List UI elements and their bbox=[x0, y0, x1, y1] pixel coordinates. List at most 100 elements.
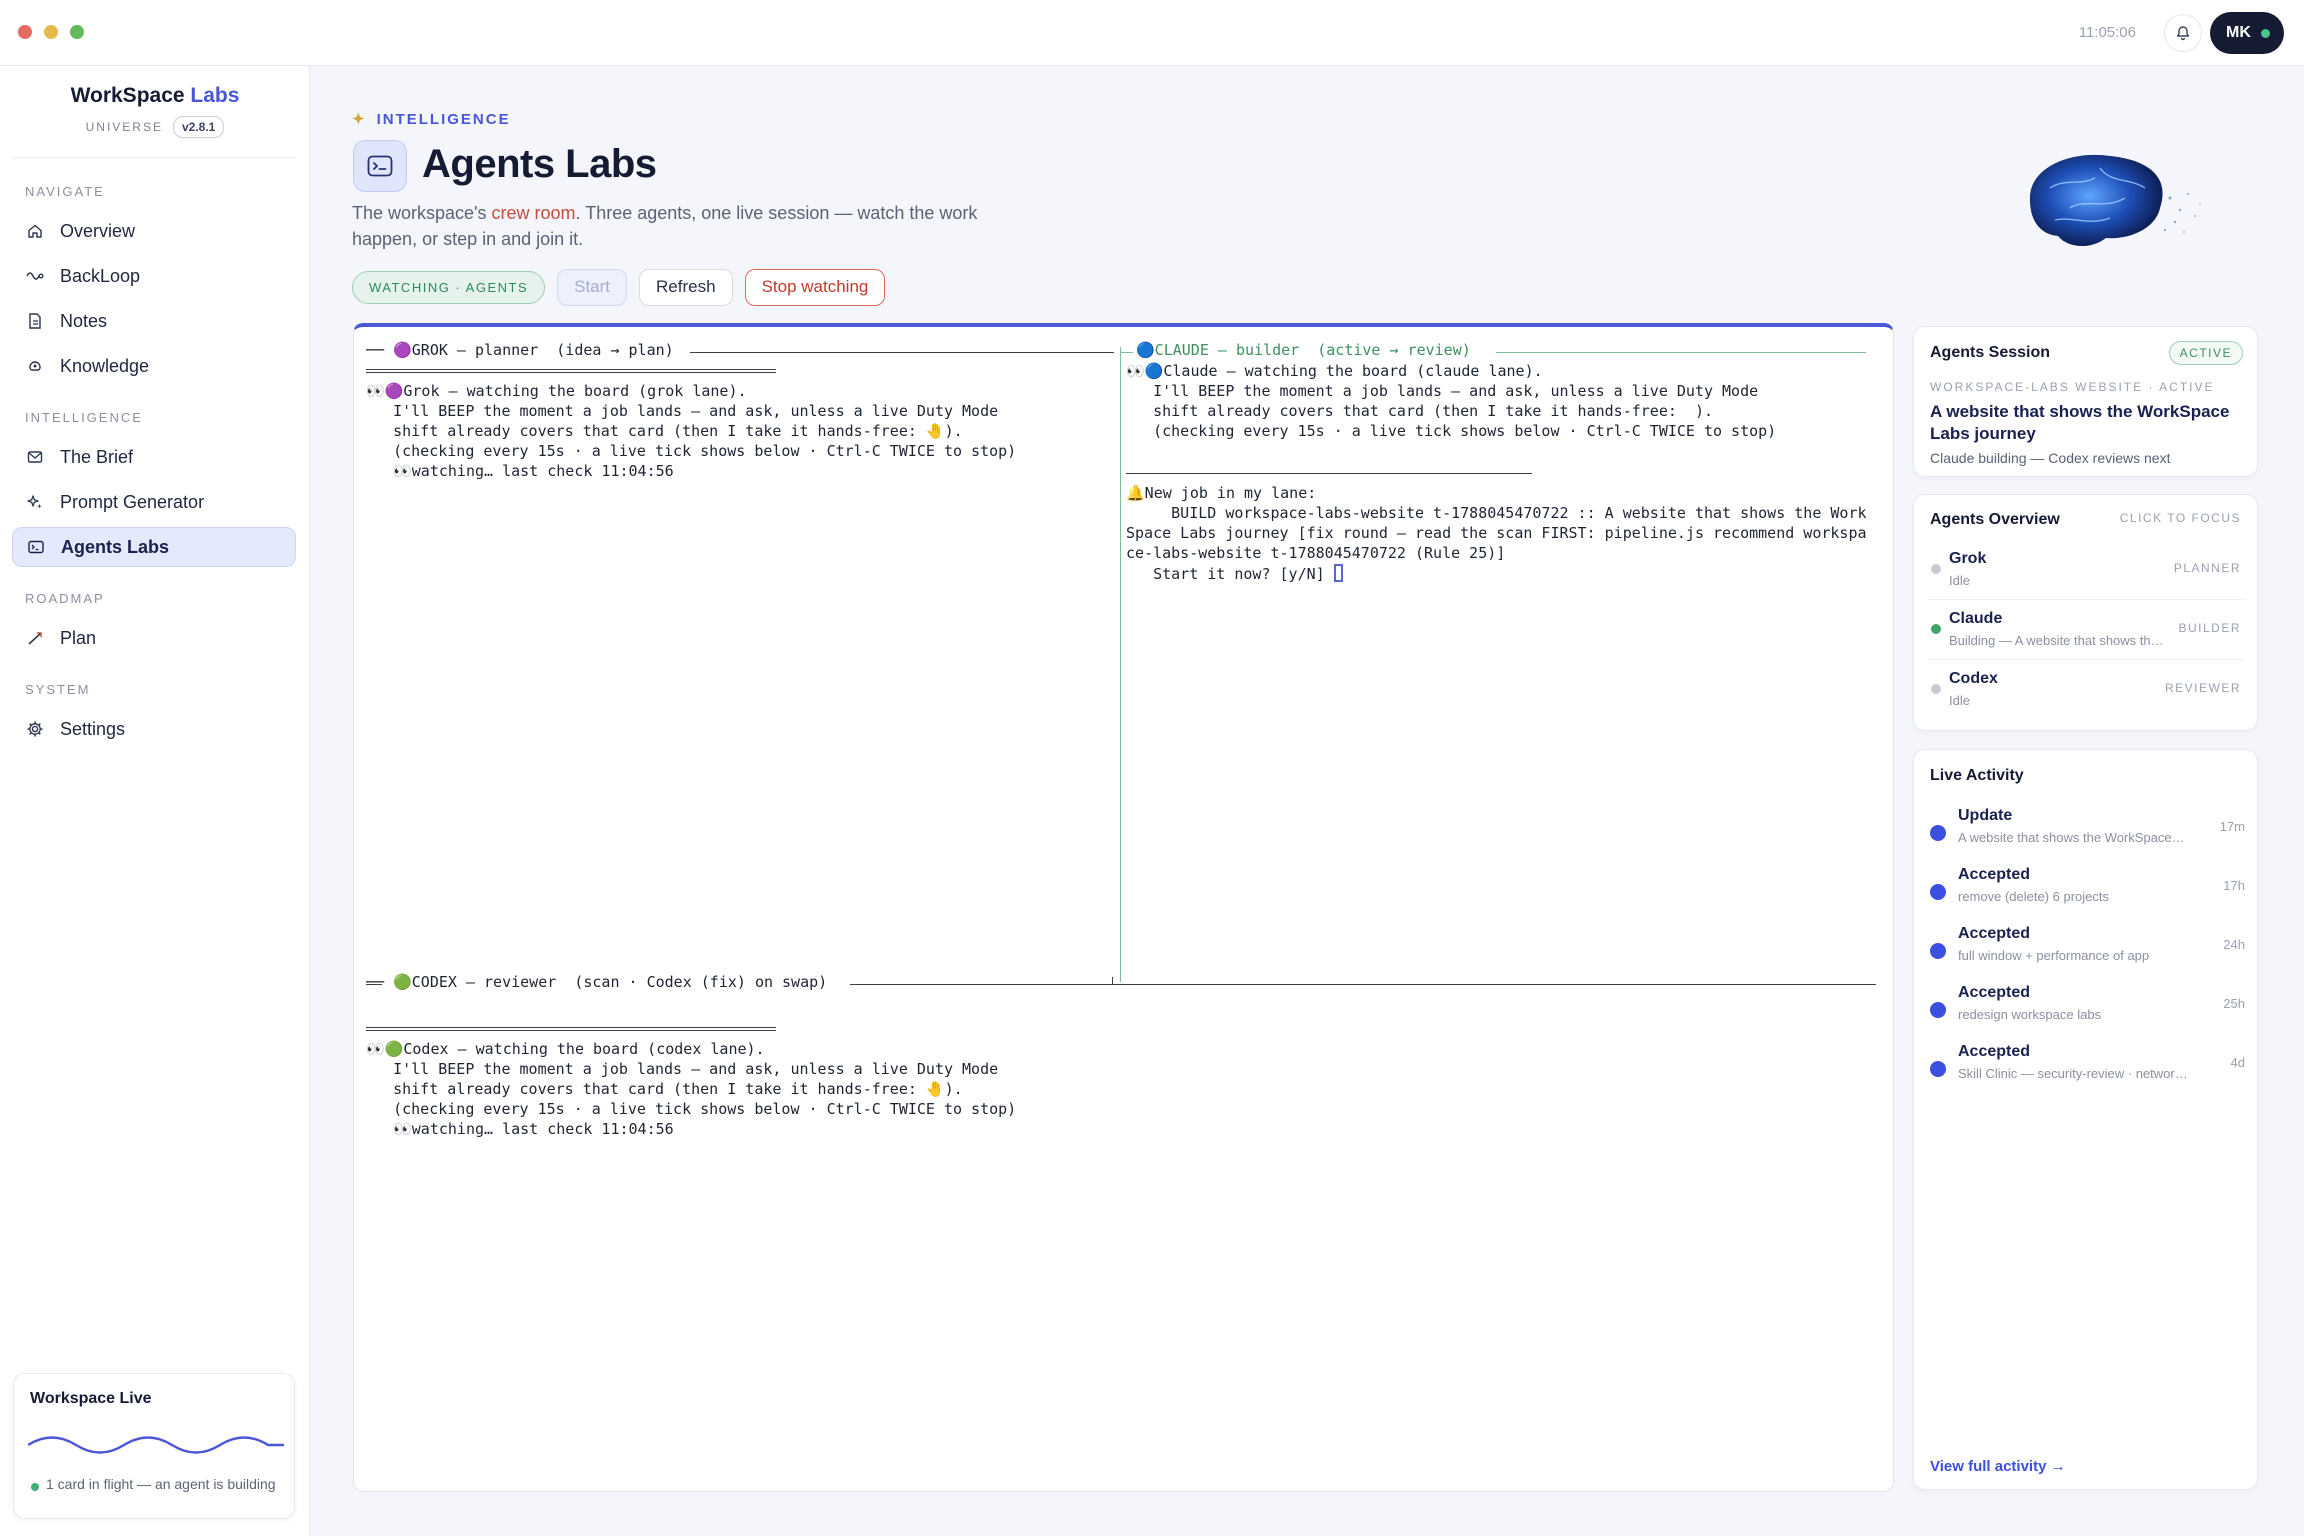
activity-dot bbox=[1930, 1061, 1946, 1077]
activity-desc: remove (delete) 6 projects bbox=[1958, 889, 2110, 904]
sidebar-item-plan[interactable]: Plan bbox=[12, 618, 296, 658]
activity-desc: full window + performance of app bbox=[1958, 948, 2150, 963]
stop-watching-button[interactable]: Stop watching bbox=[744, 268, 886, 306]
agent-status-dot bbox=[1931, 684, 1941, 694]
activity-head: Accepted bbox=[1958, 984, 2031, 1001]
view-full-activity-link[interactable]: View full activity → bbox=[1930, 1458, 2066, 1475]
live-activity-card: Live Activity Update A website that show… bbox=[1913, 749, 2258, 1490]
section-roadmap: ROADMAP bbox=[25, 591, 105, 606]
sidebar-item-prompt-generator[interactable]: Prompt Generator bbox=[12, 482, 296, 522]
agent-name: Grok bbox=[1949, 550, 1987, 567]
overview-card-title: Agents Overview bbox=[1930, 511, 2060, 528]
agent-row-claude[interactable]: Claude Building — A website that shows t… bbox=[1924, 600, 2249, 656]
agent-row-codex[interactable]: Codex Idle REVIEWER bbox=[1924, 660, 2249, 716]
sidebar-item-overview[interactable]: Overview bbox=[12, 211, 296, 251]
activity-item[interactable]: Accepted remove (delete) 6 projects 17h bbox=[1930, 864, 2245, 920]
claude-line: I'll BEEP the moment a job lands — and a… bbox=[1126, 382, 1759, 400]
activity-desc: redesign workspace labs bbox=[1958, 1007, 2102, 1022]
grok-line: (checking every 15s · a live tick shows … bbox=[366, 442, 1017, 460]
activity-item[interactable]: Accepted Skill Clinic — security-review … bbox=[1930, 1041, 2245, 1097]
codex-line: 👀watching… last check 11:04:56 bbox=[366, 1120, 674, 1138]
agents-session-card[interactable]: Agents Session ACTIVE WORKSPACE-LABS WEB… bbox=[1913, 326, 2258, 477]
sidebar-item-the-brief[interactable]: The Brief bbox=[12, 437, 296, 477]
online-status-dot bbox=[2261, 29, 2270, 38]
activity-item[interactable]: Accepted full window + performance of ap… bbox=[1930, 923, 2245, 979]
agent-row-grok[interactable]: Grok Idle PLANNER bbox=[1924, 540, 2249, 596]
home-icon bbox=[26, 222, 44, 240]
activity-time: 25h bbox=[2223, 996, 2245, 1011]
claude-job-line: Space Labs journey [fix round — read the… bbox=[1126, 524, 1867, 542]
agent-status: Idle bbox=[1949, 693, 1970, 708]
sidebar-item-notes[interactable]: Notes bbox=[12, 301, 296, 341]
crew-room-link[interactable]: crew room bbox=[492, 203, 576, 223]
minimize-window-button[interactable] bbox=[44, 25, 58, 39]
universe-row: UNIVERSE v2.8.1 bbox=[0, 116, 310, 138]
sidebar-item-settings[interactable]: Settings bbox=[12, 709, 296, 749]
sidebar-item-label: Settings bbox=[60, 718, 126, 739]
session-active-badge: ACTIVE bbox=[2168, 341, 2243, 365]
mail-icon bbox=[26, 448, 44, 466]
sidebar-item-label: BackLoop bbox=[60, 265, 141, 286]
grok-line: shift already covers that card (then I t… bbox=[366, 422, 963, 440]
activity-head: Accepted bbox=[1958, 1043, 2031, 1060]
activity-wave bbox=[28, 1436, 284, 1454]
watching-status-pill: WATCHING · AGENTS bbox=[352, 270, 546, 304]
claude-job-line: 🔔New job in my lane: bbox=[1126, 484, 1317, 502]
sidebar-item-knowledge[interactable]: Knowledge bbox=[12, 346, 296, 386]
workspace-live-title: Workspace Live bbox=[30, 1390, 152, 1407]
sidebar-item-label: Notes bbox=[60, 310, 108, 331]
session-meta: WORKSPACE-LABS WEBSITE · ACTIVE bbox=[1930, 380, 2215, 394]
grok-line: 👀🟣Grok — watching the board (grok lane). bbox=[366, 382, 747, 400]
activity-item[interactable]: Update A website that shows the WorkSpac… bbox=[1930, 805, 2245, 861]
refresh-button[interactable]: Refresh bbox=[639, 268, 733, 306]
claude-job-line: ce-labs-website t-1788045470722 (Rule 25… bbox=[1126, 544, 1506, 562]
codex-line: 👀🟢Codex — watching the board (codex lane… bbox=[366, 1040, 765, 1058]
note-icon bbox=[26, 312, 44, 330]
pane-divider bbox=[1120, 347, 1121, 982]
brand-logo: WorkSpace Labs bbox=[0, 84, 310, 108]
user-avatar-button[interactable]: MK bbox=[2210, 12, 2284, 54]
sparkle-icon: ✦ bbox=[352, 111, 367, 128]
sidebar-divider bbox=[12, 157, 296, 158]
maximize-window-button[interactable] bbox=[70, 25, 84, 39]
activity-time: 17h bbox=[2223, 878, 2245, 893]
close-window-button[interactable] bbox=[18, 25, 32, 39]
agent-role: BUILDER bbox=[2178, 621, 2241, 635]
workspace-live-status: 1 card in flight — an agent is building bbox=[46, 1476, 276, 1492]
activity-dot bbox=[1930, 943, 1946, 959]
codex-line: shift already covers that card (then I t… bbox=[366, 1080, 963, 1098]
activity-time: 17m bbox=[2219, 819, 2245, 834]
claude-start-prompt[interactable]: Start it now? [y/N] bbox=[1126, 564, 1343, 583]
brain-icon bbox=[26, 357, 44, 375]
gear-icon bbox=[26, 720, 44, 738]
bell-icon bbox=[2176, 26, 2190, 41]
sparkles-icon bbox=[26, 493, 44, 511]
activity-head: Accepted bbox=[1958, 925, 2031, 942]
grok-line: I'll BEEP the moment a job lands — and a… bbox=[366, 402, 999, 420]
session-subtitle: Claude building — Codex reviews next bbox=[1930, 450, 2171, 466]
terminal-icon bbox=[27, 538, 45, 556]
sidebar-item-label: Agents Labs bbox=[61, 536, 170, 557]
activity-item[interactable]: Accepted redesign workspace labs 25h bbox=[1930, 982, 2245, 1038]
title-bar: 11:05:06 MK bbox=[0, 0, 2304, 66]
agent-name: Codex bbox=[1949, 670, 1998, 687]
sidebar-item-label: The Brief bbox=[60, 446, 134, 467]
brain-illustration bbox=[2029, 154, 2201, 247]
sidebar-item-label: Overview bbox=[60, 220, 136, 241]
activity-dot bbox=[1930, 1002, 1946, 1018]
loop-icon bbox=[26, 267, 44, 285]
agents-terminal[interactable]: ── 🟣GROK — planner (idea → plan) 👀🟣Grok … bbox=[353, 323, 1894, 1492]
workspace-live-card[interactable]: Workspace Live 1 card in flight — an age… bbox=[13, 1373, 295, 1519]
notifications-button[interactable] bbox=[2164, 14, 2202, 52]
codex-rule-tick bbox=[1112, 977, 1113, 985]
clock: 11:05:06 bbox=[2078, 24, 2136, 41]
grok-header-rule bbox=[690, 352, 1114, 353]
activity-head: Accepted bbox=[1958, 866, 2031, 883]
brand-accent: Labs bbox=[190, 84, 240, 107]
grok-pane-header: ── 🟣GROK — planner (idea → plan) bbox=[366, 341, 683, 359]
activity-dot bbox=[1930, 825, 1946, 841]
start-button[interactable]: Start bbox=[557, 268, 628, 306]
activity-head: Update bbox=[1958, 807, 2013, 824]
sidebar-item-agents-labs[interactable]: Agents Labs bbox=[12, 527, 296, 567]
sidebar-item-backloop[interactable]: BackLoop bbox=[12, 256, 296, 296]
